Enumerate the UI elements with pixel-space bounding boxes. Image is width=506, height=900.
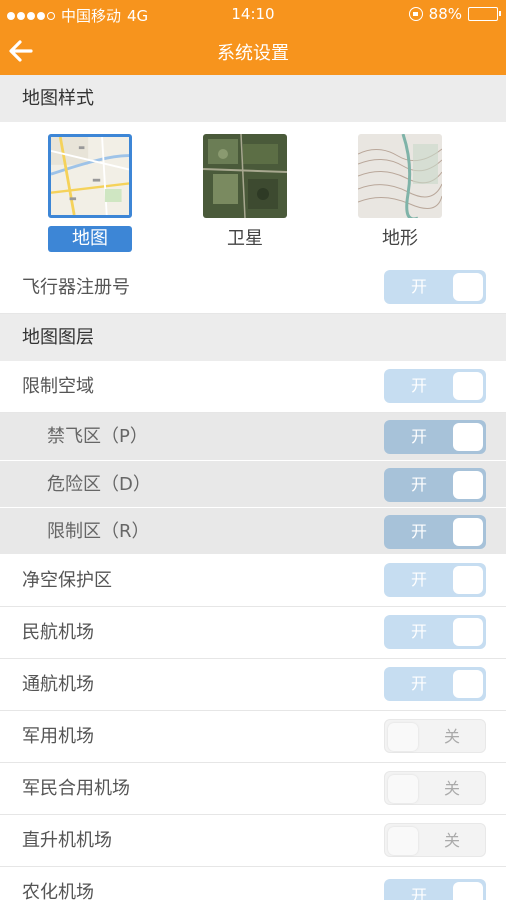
setting-label: 民航机场 (22, 622, 94, 643)
restricted-zone-toggle[interactable]: 开 (384, 515, 486, 549)
setting-clearance-zone: 净空保护区 开 (0, 555, 506, 607)
satellite-map-thumbnail (203, 134, 287, 218)
map-type-label-standard: 地图 (48, 226, 132, 252)
terrain-map-thumbnail (358, 134, 442, 218)
setting-label: 危险区（D） (47, 474, 151, 495)
setting-aircraft-registration: 飞行器注册号 开 (0, 262, 506, 314)
map-type-terrain[interactable]: 地形 (355, 134, 445, 252)
setting-restricted-airspace: 限制空域 开 (0, 361, 506, 413)
standard-map-thumbnail (48, 134, 132, 218)
section-header-map-layers: 地图图层 (0, 314, 506, 361)
setting-label: 禁飞区（P） (47, 426, 148, 447)
battery-percent: 88% (428, 5, 462, 23)
setting-general-aviation-airport: 通航机场 开 (0, 659, 506, 711)
setting-joint-airport: 军民合用机场 关 (0, 763, 506, 815)
heliport-toggle[interactable]: 关 (384, 823, 486, 857)
setting-label: 飞行器注册号 (22, 277, 130, 298)
battery-icon (468, 7, 501, 21)
status-bar: 中国移动 4G 14:10 88% (0, 0, 506, 28)
map-type-selector: 地图 卫星 地形 (0, 122, 506, 262)
setting-label: 军民合用机场 (22, 778, 130, 799)
setting-restricted-zone: 限制区（R） 开 (0, 508, 506, 555)
setting-label: 直升机机场 (22, 830, 112, 851)
map-type-label-terrain: 地形 (382, 228, 418, 249)
joint-airport-toggle[interactable]: 关 (384, 771, 486, 805)
civil-airport-toggle[interactable]: 开 (384, 615, 486, 649)
section-header-map-style: 地图样式 (0, 75, 506, 122)
restricted-airspace-toggle[interactable]: 开 (384, 369, 486, 403)
setting-agricultural-airport: 农化机场 开 (0, 867, 506, 900)
map-type-standard[interactable]: 地图 (45, 134, 135, 252)
map-type-label-satellite: 卫星 (227, 228, 263, 249)
setting-civil-airport: 民航机场 开 (0, 607, 506, 659)
setting-label: 农化机场 (22, 882, 94, 900)
agricultural-airport-toggle[interactable]: 开 (384, 879, 486, 900)
clearance-zone-toggle[interactable]: 开 (384, 563, 486, 597)
setting-heliport: 直升机机场 关 (0, 815, 506, 867)
setting-danger-zone: 危险区（D） 开 (0, 461, 506, 508)
rotation-lock-icon (408, 7, 423, 21)
map-type-satellite[interactable]: 卫星 (200, 134, 290, 252)
setting-label: 净空保护区 (22, 570, 112, 591)
setting-no-fly-zone: 禁飞区（P） 开 (0, 413, 506, 461)
aircraft-registration-toggle[interactable]: 开 (384, 270, 486, 304)
nav-bar: 系统设置 (0, 28, 506, 75)
setting-label: 限制空域 (22, 376, 94, 397)
setting-label: 通航机场 (22, 674, 94, 695)
setting-military-airport: 军用机场 关 (0, 711, 506, 763)
page-title: 系统设置 (217, 43, 289, 64)
setting-label: 军用机场 (22, 726, 94, 747)
no-fly-zone-toggle[interactable]: 开 (384, 420, 486, 454)
danger-zone-toggle[interactable]: 开 (384, 468, 486, 502)
setting-label: 限制区（R） (47, 521, 150, 542)
military-airport-toggle[interactable]: 关 (384, 719, 486, 753)
general-aviation-airport-toggle[interactable]: 开 (384, 667, 486, 701)
